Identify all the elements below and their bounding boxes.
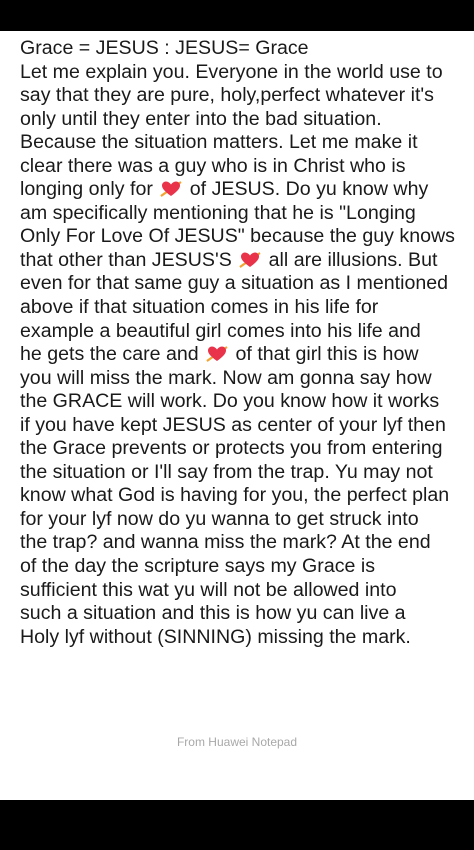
note-text-segment: all are illusions. But (263, 248, 438, 271)
note-text-segment: even for that same guy a situation as I … (20, 272, 449, 295)
note-line: even for that same guy a situation as I … (20, 272, 470, 296)
note-line: say that they are pure, holy,perfect wha… (20, 84, 470, 108)
note-line: you will miss the mark. Now am gonna say… (20, 367, 470, 391)
note-line: if you have kept JESUS as center of your… (20, 414, 470, 438)
note-text-segment: Grace = JESUS : JESUS= Grace (20, 37, 309, 59)
note-line: example a beautiful girl comes into his … (20, 320, 470, 344)
note-text-segment: for your lyf now do yu wanna to get stru… (20, 507, 419, 530)
note-line: am specifically mentioning that he is "L… (20, 202, 470, 226)
note-line: only until they enter into the bad situa… (20, 108, 470, 132)
note-text-segment: sufficient this wat yu will not be allow… (20, 578, 397, 601)
note-line: know what God is having for you, the per… (20, 484, 470, 508)
status-bar (0, 0, 474, 31)
note-line: clear there was a guy who is in Christ w… (20, 155, 470, 179)
note-text: Grace = JESUS : JESUS= Grace Let me expla… (20, 37, 470, 649)
note-line: Because the situation matters. Let me ma… (20, 131, 470, 155)
note-line: Only For Love Of JESUS" because the guy … (20, 225, 470, 249)
note-text-segment: such a situation and this is how yu can … (20, 602, 406, 625)
note-line: longing only for of JESUS. Do yu know wh… (20, 178, 470, 202)
note-line: sufficient this wat yu will not be allow… (20, 579, 470, 603)
note-line: Let me explain you. Everyone in the worl… (20, 61, 470, 85)
navigation-bar (0, 800, 474, 850)
note-text-segment: if you have kept JESUS as center of your… (20, 413, 446, 436)
note-text-segment: Because the situation matters. Let me ma… (20, 131, 418, 154)
note-text-segment: example a beautiful girl comes into his … (20, 319, 421, 342)
note-text-segment: you will miss the mark. Now am gonna say… (20, 366, 432, 389)
note-text-segment: Only For Love Of JESUS" because the guy … (20, 225, 455, 248)
note-text-segment: the situation or I'll say from the trap.… (20, 460, 433, 483)
note-line: he gets the care and of that girl this i… (20, 343, 470, 367)
note-text-segment: he gets the care and (20, 343, 205, 366)
note-text-segment: Holy lyf without (SINNING) missing the m… (20, 625, 411, 648)
note-text-segment: only until they enter into the bad situa… (20, 107, 382, 130)
note-footer: From Huawei Notepad (176, 735, 298, 749)
note-line: Holy lyf without (SINNING) missing the m… (20, 626, 470, 650)
note-text-segment: of that girl this is how (230, 343, 419, 366)
note-text-segment: am specifically mentioning that he is "L… (20, 201, 416, 224)
note-text-segment: Let me explain you. Everyone in the worl… (20, 60, 443, 83)
note-text-segment: that other than JESUS'S (20, 248, 238, 271)
note-text-segment: above if that situation comes in his lif… (20, 296, 379, 319)
note-text-segment: the GRACE will work. Do you know how it … (20, 390, 440, 413)
note-text-segment: know what God is having for you, the per… (20, 484, 450, 507)
note-line: above if that situation comes in his lif… (20, 296, 470, 320)
note-line: that other than JESUS'S all are illusion… (20, 249, 470, 273)
note-line: the trap? and wanna miss the mark? At th… (20, 531, 470, 555)
note-text-segment: longing only for (20, 178, 159, 201)
note-line: the Grace prevents or protects you from … (20, 437, 470, 461)
note-line: the GRACE will work. Do you know how it … (20, 390, 470, 414)
screen: { "note": { "lines": [ ["Grace = JESUS :… (0, 0, 474, 850)
note-page: Grace = JESUS : JESUS= Grace Let me expla… (0, 31, 474, 800)
heart-with-arrow-icon (160, 180, 182, 198)
heart-with-arrow-icon (239, 251, 261, 269)
note-text-segment: the trap? and wanna miss the mark? At th… (20, 531, 431, 554)
note-line: the situation or I'll say from the trap.… (20, 461, 470, 485)
note-line: of the day the scripture says my Grace i… (20, 555, 470, 579)
note-text-segment: say that they are pure, holy,perfect wha… (20, 84, 434, 107)
note-text-segment: of JESUS. Do yu know why (184, 178, 429, 201)
note-line: such a situation and this is how yu can … (20, 602, 470, 626)
heart-with-arrow-icon (206, 345, 228, 363)
note-text-segment: the Grace prevents or protects you from … (20, 437, 443, 460)
note-text-segment: of the day the scripture says my Grace i… (20, 555, 376, 578)
note-line: for your lyf now do yu wanna to get stru… (20, 508, 470, 532)
note-text-segment: clear there was a guy who is in Christ w… (20, 154, 406, 177)
note-line: Grace = JESUS : JESUS= Grace (20, 37, 470, 61)
